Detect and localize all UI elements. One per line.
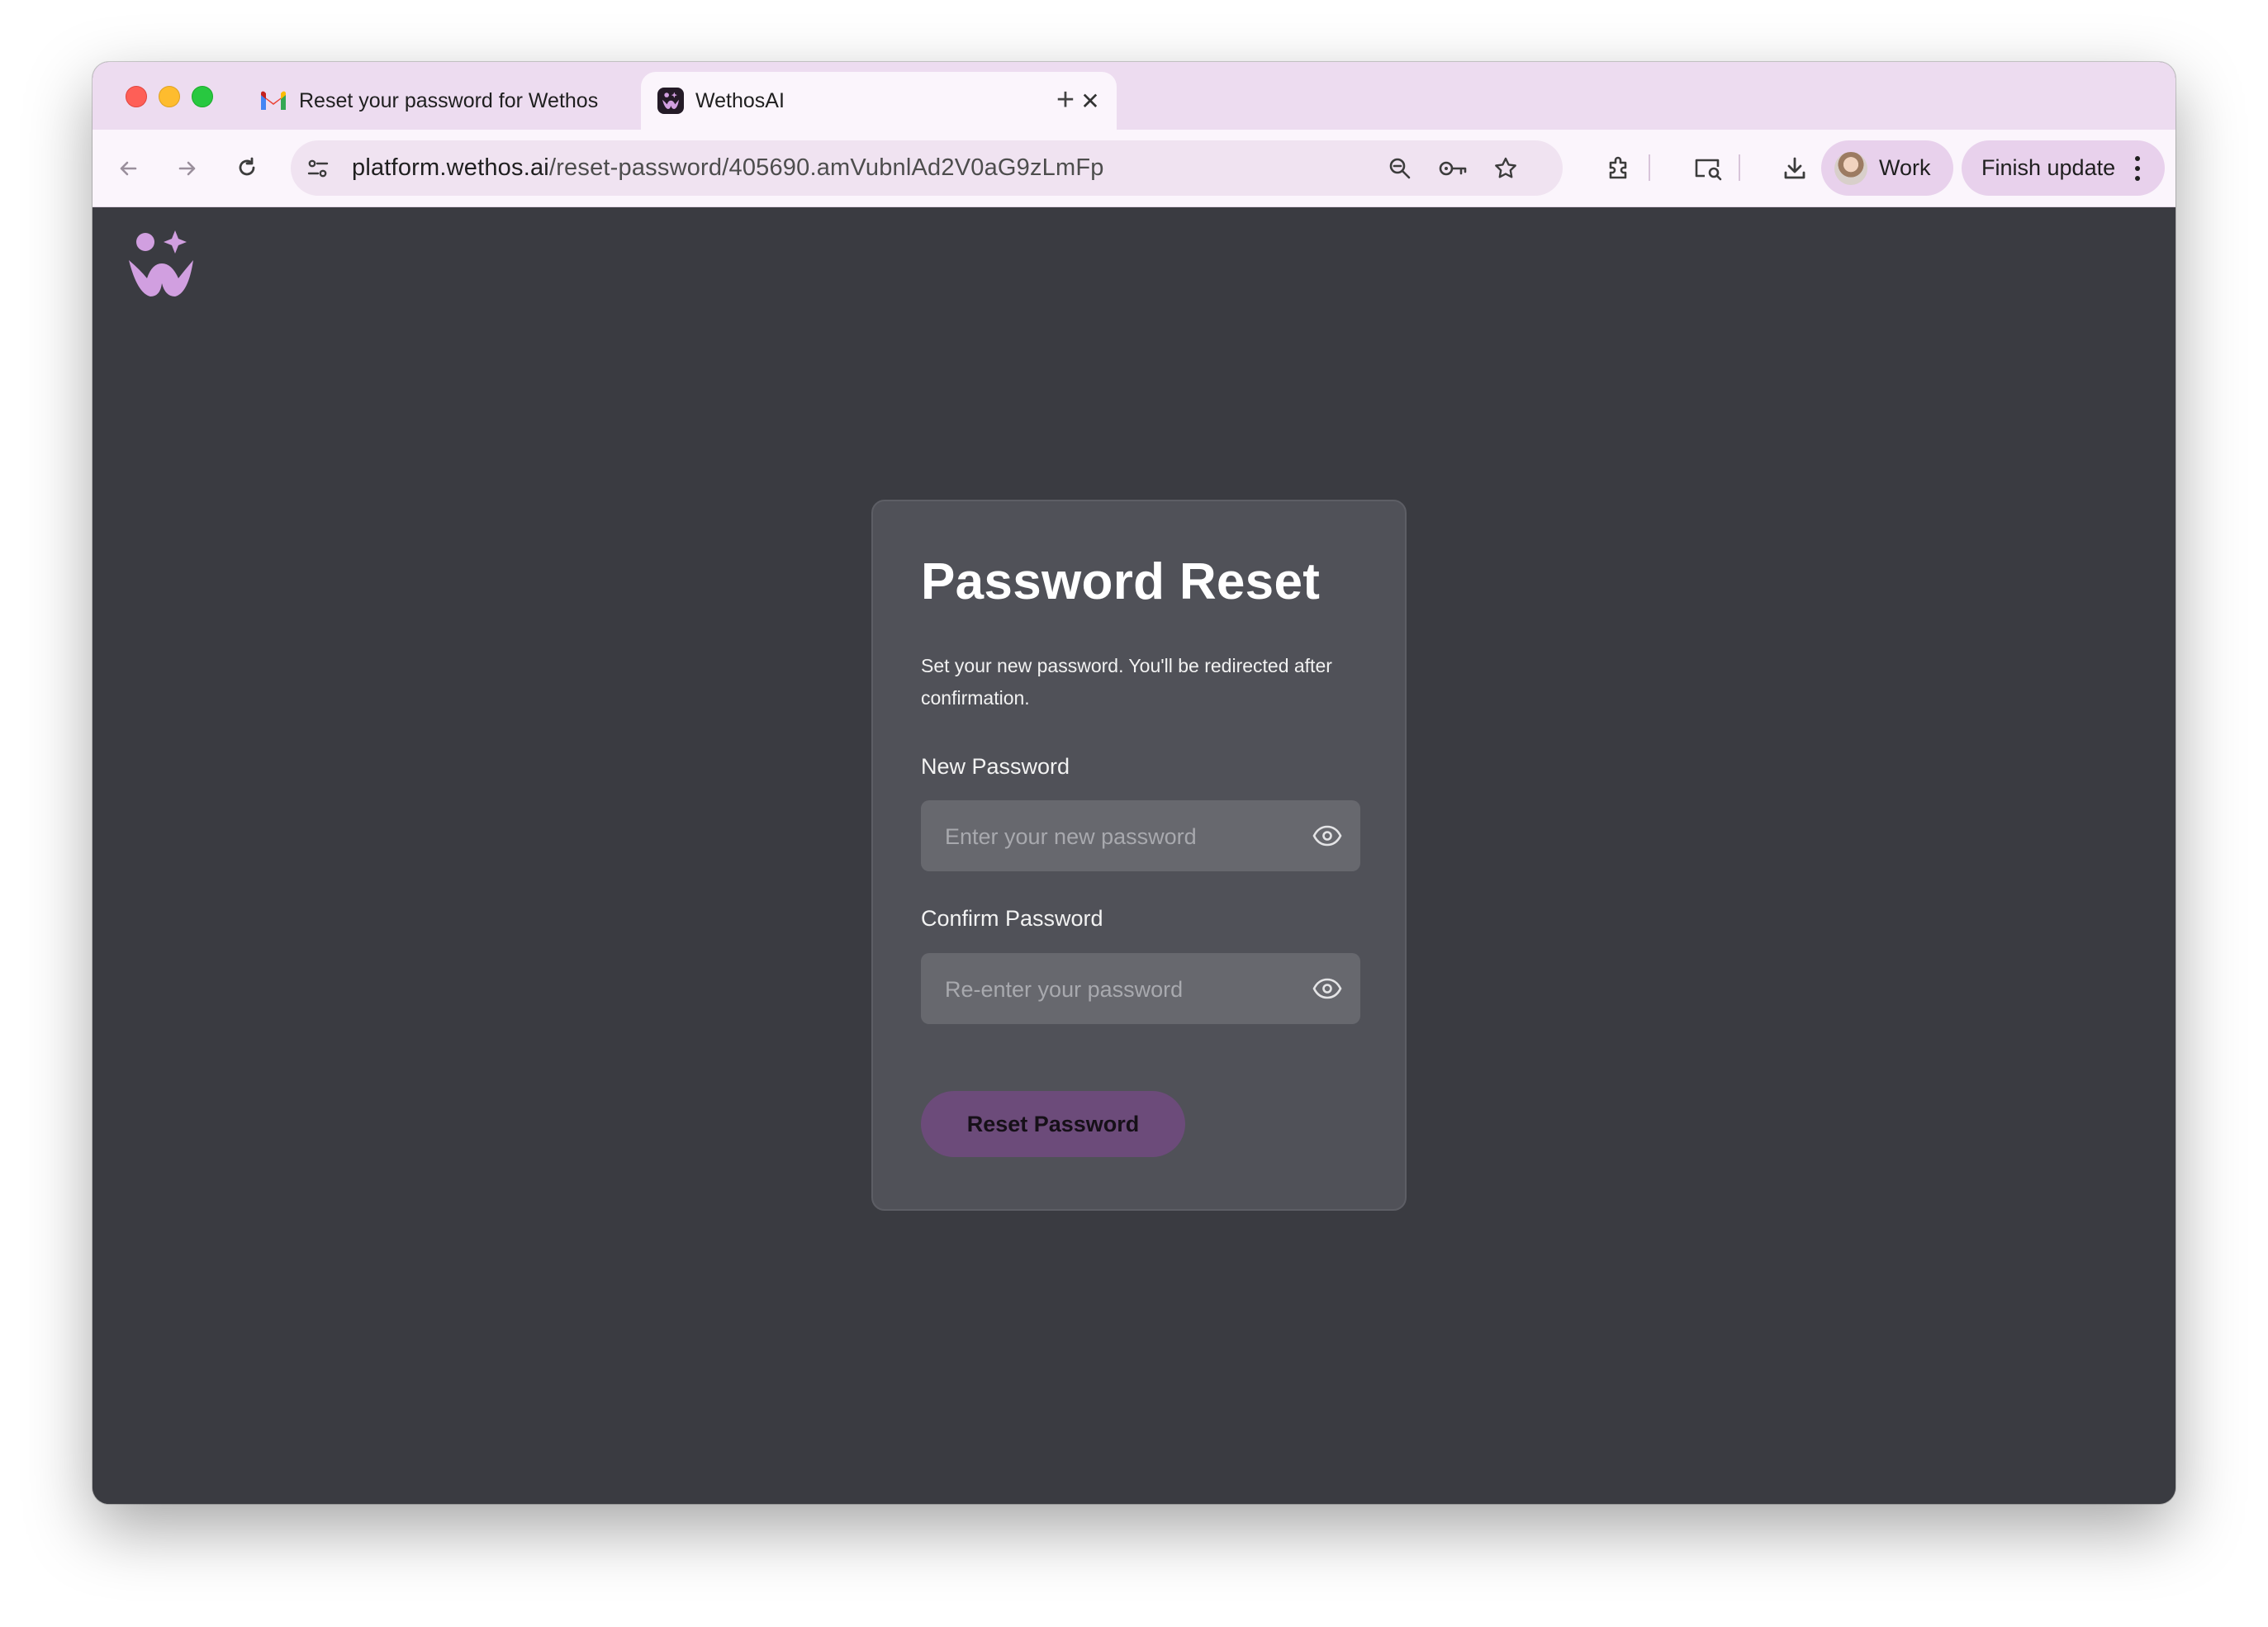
tab-title: WethosAI — [695, 88, 785, 112]
new-password-label: New Password — [921, 754, 1070, 779]
site-settings-icon[interactable] — [297, 148, 339, 189]
gmail-icon — [261, 91, 286, 110]
minimize-window-button[interactable] — [159, 86, 180, 107]
download-icon[interactable] — [1774, 148, 1815, 189]
url-host: platform.wethos.ai — [352, 154, 549, 181]
confirm-password-input[interactable] — [921, 953, 1310, 1026]
confirm-password-label: Confirm Password — [921, 906, 1103, 931]
zoom-icon[interactable] — [1379, 148, 1421, 189]
tab-title: Reset your password for Wethos — [299, 88, 599, 112]
finish-update-button[interactable]: Finish update — [1962, 140, 2165, 196]
tab-strip: Reset your password for Wethos ✕ WethosA… — [93, 62, 2175, 130]
extensions-icon[interactable] — [1598, 148, 1639, 189]
profile-button[interactable]: Work — [1821, 140, 1953, 196]
page-title: Password Reset — [921, 553, 1321, 610]
wethos-icon — [657, 88, 684, 114]
more-menu-icon[interactable] — [2125, 155, 2150, 181]
url-text[interactable]: platform.wethos.ai/reset-password/405690… — [352, 140, 1104, 196]
key-icon[interactable] — [1432, 148, 1473, 189]
address-bar[interactable]: platform.wethos.ai/reset-password/405690… — [291, 140, 1563, 196]
url-path: /reset-password/405690.amVubnlAd2V0aG9zL… — [548, 154, 1104, 181]
page-content: Password Reset Set your new password. Yo… — [93, 207, 2175, 1504]
back-icon[interactable] — [107, 148, 149, 189]
new-password-field — [921, 800, 1360, 873]
instructions-text: Set your new password. You'll be redirec… — [921, 655, 1332, 709]
confirm-password-field — [921, 953, 1360, 1026]
toolbar-separator — [1649, 154, 1650, 181]
show-password-icon[interactable] — [1312, 823, 1342, 848]
tab-search-icon[interactable] — [1687, 148, 1729, 189]
password-reset-card: Password Reset Set your new password. Yo… — [871, 500, 1407, 1211]
new-tab-button[interactable]: + — [1042, 77, 1089, 123]
forward-icon[interactable] — [167, 148, 208, 189]
zoom-window-button[interactable] — [192, 86, 213, 107]
wethos-logo[interactable] — [126, 230, 197, 298]
browser-window: Reset your password for Wethos ✕ WethosA… — [93, 62, 2175, 1504]
show-confirm-password-icon[interactable] — [1312, 976, 1342, 1001]
browser-toolbar: platform.wethos.ai/reset-password/405690… — [93, 130, 2175, 207]
new-password-input[interactable] — [921, 800, 1310, 873]
reload-icon[interactable] — [226, 148, 268, 189]
reset-password-button[interactable]: Reset Password — [921, 1091, 1185, 1157]
finish-update-label: Finish update — [1981, 155, 2116, 180]
toolbar-separator — [1739, 154, 1740, 181]
profile-label: Work — [1879, 155, 1931, 180]
avatar — [1834, 151, 1867, 185]
bookmark-star-icon[interactable] — [1485, 148, 1526, 189]
close-window-button[interactable] — [126, 86, 147, 107]
